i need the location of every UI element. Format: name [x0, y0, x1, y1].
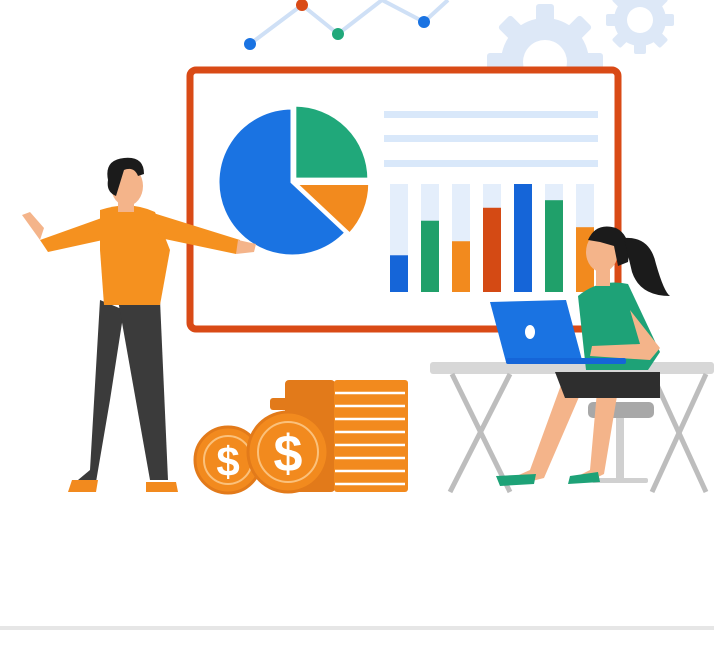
- bar: [514, 184, 532, 292]
- bar: [452, 241, 470, 292]
- pie-chart: [216, 103, 372, 258]
- coin-symbol: $: [274, 425, 303, 483]
- graph-point: [244, 38, 256, 50]
- top-line-graph: [244, 0, 450, 50]
- bar: [390, 255, 408, 292]
- ground-line: [0, 626, 714, 630]
- graph-point: [332, 28, 344, 40]
- bar: [483, 207, 501, 292]
- bar: [545, 200, 563, 292]
- bar: [421, 220, 439, 292]
- coin-symbol: $: [216, 438, 239, 485]
- analytics-illustration: $ $: [0, 0, 714, 630]
- coin-icon: $: [246, 410, 330, 494]
- gear-icon: [606, 0, 674, 54]
- laptop-logo: [525, 325, 535, 339]
- graph-point: [418, 16, 430, 28]
